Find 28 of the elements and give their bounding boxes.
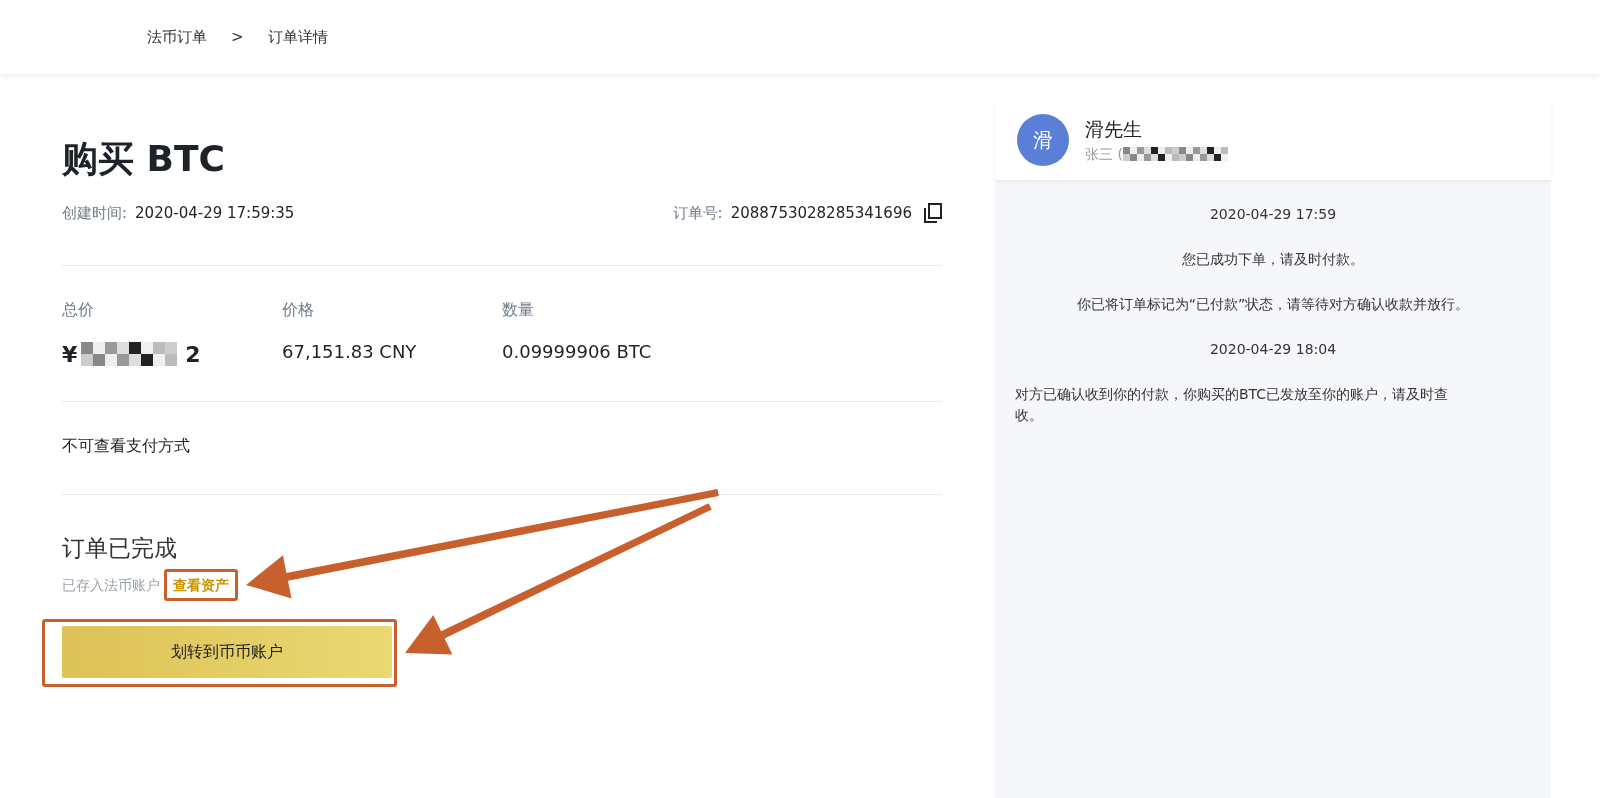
field-label: 数量	[502, 298, 535, 321]
field-value: 2020-04-29 17:59:35	[135, 203, 295, 224]
field-value: 2088753028285341696	[730, 203, 912, 224]
page-title: 购买 BTC	[62, 137, 226, 181]
payment-note: 不可查看支付方式	[62, 434, 191, 457]
contact-name: 滑先生	[1085, 117, 1143, 143]
status-note: 已存入法币账户	[62, 575, 160, 595]
field-label: 订单号:	[672, 203, 723, 224]
field-label: 价格	[282, 298, 315, 321]
contact-subtitle: 张三 (	[1085, 144, 1123, 164]
price-value: 2	[185, 340, 201, 369]
field-value: 67,151.83 CNY	[282, 339, 417, 364]
field-label: 总价	[62, 298, 95, 321]
system-message: 您已成功下单，请及时付款。	[1181, 250, 1365, 269]
chat-timestamp: 2020-04-29 17:59	[1208, 205, 1338, 224]
breadcrumb-item[interactable]: 法币订单	[147, 25, 207, 49]
copy-icon[interactable]	[924, 203, 942, 224]
field-value: 0.09999906 BTC	[502, 339, 652, 364]
field-label: 创建时间:	[62, 203, 128, 224]
breadcrumb-separator: >	[231, 26, 244, 48]
status-title: 订单已完成	[62, 533, 178, 563]
system-message: 你已将订单标记为“已付款”状态，请等待对方确认收款并放行。	[1075, 295, 1471, 314]
breadcrumb-item[interactable]: 订单详情	[267, 25, 328, 49]
price-value: ¥	[62, 340, 78, 369]
chat-message: 对方已确认收到你的付款，你购买的BTC已发放至你的账户，请及时查收。	[1015, 385, 1450, 425]
avatar: 滑	[1017, 114, 1069, 166]
chat-timestamp: 2020-04-29 18:04	[1208, 340, 1338, 359]
transfer-button[interactable]: 划转到币币账户	[62, 626, 392, 678]
